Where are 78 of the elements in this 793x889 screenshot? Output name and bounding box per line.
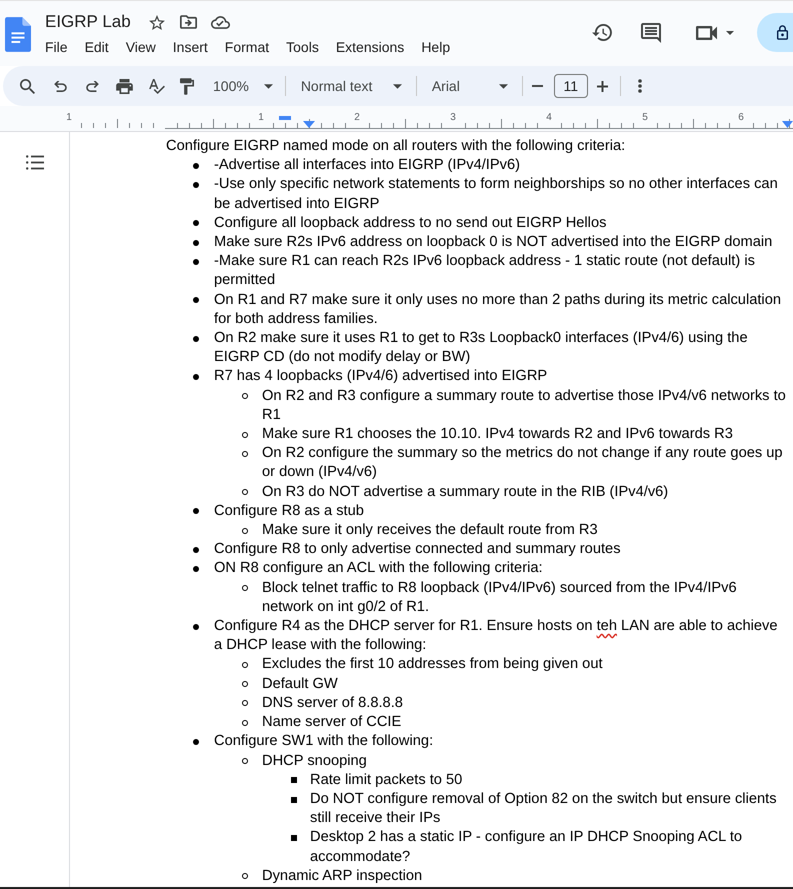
caret-icon <box>264 84 273 88</box>
menu-item[interactable]: Tools <box>280 37 325 57</box>
caret-icon[interactable] <box>726 30 734 34</box>
bullet-square-icon <box>291 834 297 841</box>
undo-icon[interactable] <box>54 80 67 92</box>
video-camera-icon[interactable] <box>696 26 717 40</box>
star-icon[interactable] <box>148 14 165 30</box>
right-indent-handle[interactable] <box>782 121 793 128</box>
list-item-text: Block telnet traffic to R8 loopback (IPv4/IPv6) sourced from the IPv4/IPv6 network on int g0/2 of R1. <box>262 578 738 617</box>
list-item-text: Excludes the first 10 addresses from being given out <box>262 655 604 674</box>
list-item-text: Make sure R2s IPv6 address on loopback 0 is NOT advertised into the EIGRP domain <box>214 233 774 252</box>
list-item-text: Do NOT configure removal of Option 82 on the switch but ensure clients still receive their IPs <box>310 790 778 828</box>
menu-item[interactable]: Format <box>218 37 276 57</box>
menu-item[interactable]: File <box>39 37 74 57</box>
ruler-number: 3 <box>450 113 456 123</box>
more-vertical-icon[interactable] <box>638 79 642 93</box>
list-item-text: Configure SW1 with the following: <box>214 732 434 752</box>
plus-icon[interactable] <box>596 80 608 92</box>
history-icon[interactable] <box>592 24 612 41</box>
zoom-dropdown[interactable]: 100% <box>213 76 273 96</box>
list-item-text: Make sure R1 chooses the 10.10. IPv4 towards R2 and IPv6 towards R3 <box>262 425 734 444</box>
ruler-number: 1 <box>66 113 72 123</box>
first-line-indent-handle[interactable] <box>279 116 291 120</box>
ruler-number: 1 <box>258 113 264 123</box>
menu-item[interactable]: Help <box>415 37 456 57</box>
list-item-text: Configure all loopback address to no send out EIGRP Hellos <box>214 214 608 233</box>
list-item-text: Rate limit packets to 50 <box>310 770 464 790</box>
folder-arrow-icon[interactable] <box>180 15 197 29</box>
bullet-square-icon <box>291 777 297 784</box>
list-item-text: On R2 and R3 configure a summary route to advertise those IPv4/v6 networks to R1 <box>262 386 787 425</box>
paint-roller-icon[interactable] <box>180 78 194 94</box>
menu-item[interactable]: Extensions <box>330 37 410 57</box>
list-item-text: Desktop 2 has a static IP - configure an IP DHCP Snooping ACL to accommodate? <box>310 828 744 867</box>
list-item-text: -Use only specific network statements to form neighborships so no other interfaces can be advertised into EIGRP <box>214 175 779 214</box>
list-item-text: -Advertise all interfaces into EIGRP (IPv4/IPv6) <box>214 156 521 176</box>
document-title[interactable]: EIGRP Lab <box>45 11 131 33</box>
paragraph-style-dropdown[interactable]: Normal text <box>300 76 402 96</box>
menu-item[interactable]: View <box>120 37 162 57</box>
spellcheck-icon[interactable] <box>149 78 165 94</box>
left-indent-handle[interactable] <box>303 121 315 128</box>
share-button[interactable] <box>757 13 793 52</box>
list-icon[interactable] <box>26 155 44 170</box>
comment-icon[interactable] <box>641 22 661 42</box>
list-item-text: On R2 make sure it uses R1 to get to R3s Loopback0 interfaces (IPv4/6) using the EIGRP CD (do not modify delay or BW) <box>214 329 749 368</box>
lock-icon <box>777 25 788 40</box>
print-icon[interactable] <box>116 78 133 94</box>
list-item-text: ON R8 configure an ACL with the following criteria: <box>214 559 544 578</box>
search-icon[interactable] <box>20 78 35 94</box>
list-item-text: Default GW <box>262 674 339 694</box>
list-item-text: Configure R4 as the DHCP server for R1. Ensure hosts on teh LAN are able to achieve a DHCP lease with the following: <box>214 617 778 656</box>
caret-icon <box>392 84 402 88</box>
minus-icon[interactable] <box>532 85 543 87</box>
ruler-number: 5 <box>642 113 648 123</box>
font-size-field[interactable]: 11 <box>554 74 588 98</box>
caret-icon <box>498 84 508 88</box>
list-item-text: Dynamic ARP inspection <box>262 866 424 886</box>
ruler-number: 2 <box>354 113 360 123</box>
list-item-text: On R1 and R7 make sure it only uses no more than 2 paths during its metric calculation for both address families. <box>214 290 782 329</box>
paragraph-text: Configure EIGRP named mode on all routers with the following criteria: <box>166 137 626 156</box>
list-item-text: Make sure it only receives the default route from R3 <box>262 521 599 540</box>
ruler-number: 6 <box>738 113 744 123</box>
font-dropdown[interactable]: Arial <box>432 76 508 96</box>
redo-icon[interactable] <box>86 80 99 92</box>
menu-item[interactable]: Insert <box>166 37 214 57</box>
list-item-text: DNS server of 8.8.8.8 <box>262 694 404 713</box>
bullet-square-icon <box>291 796 297 802</box>
menu-item[interactable]: Edit <box>78 37 115 57</box>
list-item-text: On R2 configure the summary so the metrics do not change if any route goes up or down (IPv4/v6) <box>262 444 784 482</box>
list-item-text: Name server of CCIE <box>262 713 402 732</box>
list-item-text: On R3 do NOT advertise a summary route in the RIB (IPv4/v6) <box>262 482 670 502</box>
docs-logo-icon[interactable] <box>5 17 31 52</box>
list-item-text: -Make sure R1 can reach R2s IPv6 loopback address - 1 static route (not default) is permitted <box>214 252 756 290</box>
list-item-text: Configure R8 as a stub <box>214 502 365 521</box>
list-item-text: DHCP snooping <box>262 752 368 770</box>
cloud-check-icon[interactable] <box>210 16 230 28</box>
ruler-number: 4 <box>546 113 552 123</box>
list-item-text: R7 has 4 loopbacks (IPv4/6) advertised into EIGRP <box>214 367 548 386</box>
list-item-text: Configure R8 to only advertise connected and summary routes <box>214 540 622 560</box>
